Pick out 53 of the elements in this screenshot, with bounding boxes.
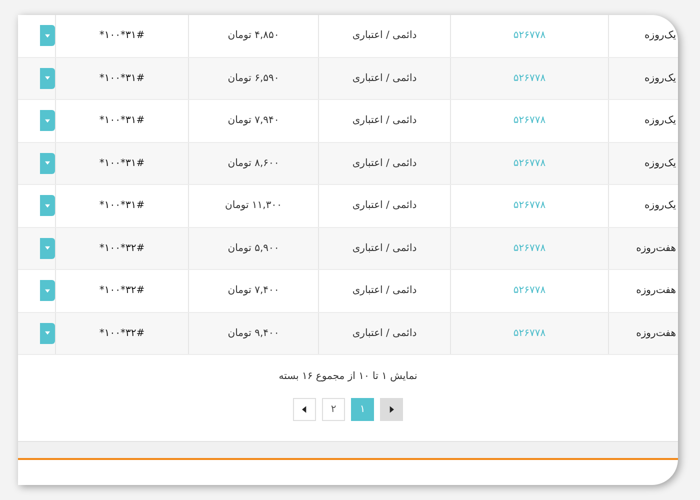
- table-cell: هفت‌روزه: [608, 228, 678, 269]
- table-cell: ۹,۴۰۰ تومان: [188, 312, 318, 354]
- table-cell: ۵۲۶۷۷۸: [450, 185, 608, 226]
- table-cell: یک‌روزه: [608, 100, 678, 142]
- table-cell: ۵۲۶۷۷۸: [450, 312, 608, 354]
- dropdown-button[interactable]: [40, 322, 55, 344]
- caret-icon: [45, 331, 50, 336]
- table-cell: یک‌روزه: [608, 142, 678, 184]
- table-cell: دائمی / اعتباری: [318, 185, 450, 226]
- dropdown-button[interactable]: [40, 280, 55, 302]
- table-cell: ۷,۹۴۰ تومان: [188, 100, 318, 142]
- dropdown-button[interactable]: [40, 25, 55, 46]
- table-cell: ۵۲۶۷۷۸: [450, 15, 608, 56]
- table-cell: ۵۲۶۷۷۸: [450, 100, 608, 142]
- table-cell: دائمی / اعتباری: [318, 58, 450, 99]
- caret-icon: [45, 118, 50, 123]
- table-cell: دائمی / اعتباری: [318, 100, 450, 142]
- caret-icon: [45, 246, 50, 250]
- caret-icon: [45, 34, 50, 38]
- results-summary: نمایش ۱ تا ۱۰ از مجموع ۱۶ بسته: [278, 371, 418, 382]
- table-cell: یک‌روزه: [608, 15, 678, 56]
- table-cell: ۵۲۶۷۷۸: [450, 228, 608, 269]
- dropdown-button[interactable]: [40, 110, 55, 132]
- dropdown-button[interactable]: [40, 238, 55, 259]
- table-cell: دائمی / اعتباری: [318, 270, 450, 312]
- caret-icon: [45, 161, 50, 166]
- table-cell: دائمی / اعتباری: [318, 228, 450, 269]
- page-button[interactable]: ۲: [322, 398, 345, 421]
- caret-icon: [45, 76, 50, 80]
- table-cell: ۵۲۶۷۷۸: [450, 270, 608, 312]
- table-cell: ۶,۵۹۰ تومان: [188, 58, 318, 99]
- table-cell: ۸,۶۰۰ تومان: [188, 142, 318, 184]
- table-cell: یک‌روزه: [608, 185, 678, 226]
- table-cell: دائمی / اعتباری: [318, 312, 450, 354]
- table-cell: دائمی / اعتباری: [318, 142, 450, 184]
- table-cell: ۷,۴۰۰ تومان: [188, 270, 318, 312]
- table-cell: ۵۲۶۷۷۸: [450, 142, 608, 184]
- table-cell: ۴,۸۵۰ تومان: [188, 15, 318, 56]
- dropdown-button[interactable]: [40, 68, 55, 89]
- table-cell: دائمی / اعتباری: [318, 15, 450, 56]
- caret-icon: [45, 204, 50, 208]
- dropdown-button[interactable]: [40, 152, 55, 174]
- table-cell: ۵,۹۰۰ تومان: [188, 228, 318, 269]
- table-cell: ۵۲۶۷۷۸: [450, 58, 608, 99]
- caret-icon: [45, 288, 50, 293]
- previous-icon: [302, 406, 307, 413]
- dropdown-button[interactable]: [40, 195, 55, 216]
- table-cell: هفت‌روزه: [608, 312, 678, 354]
- table-cell: ۱۱,۳۰۰ تومان: [188, 185, 318, 226]
- table-cell: یک‌روزه: [608, 58, 678, 99]
- next-icon: [389, 406, 394, 413]
- previous-page-button[interactable]: [293, 398, 316, 421]
- table-cell: هفت‌روزه: [608, 270, 678, 312]
